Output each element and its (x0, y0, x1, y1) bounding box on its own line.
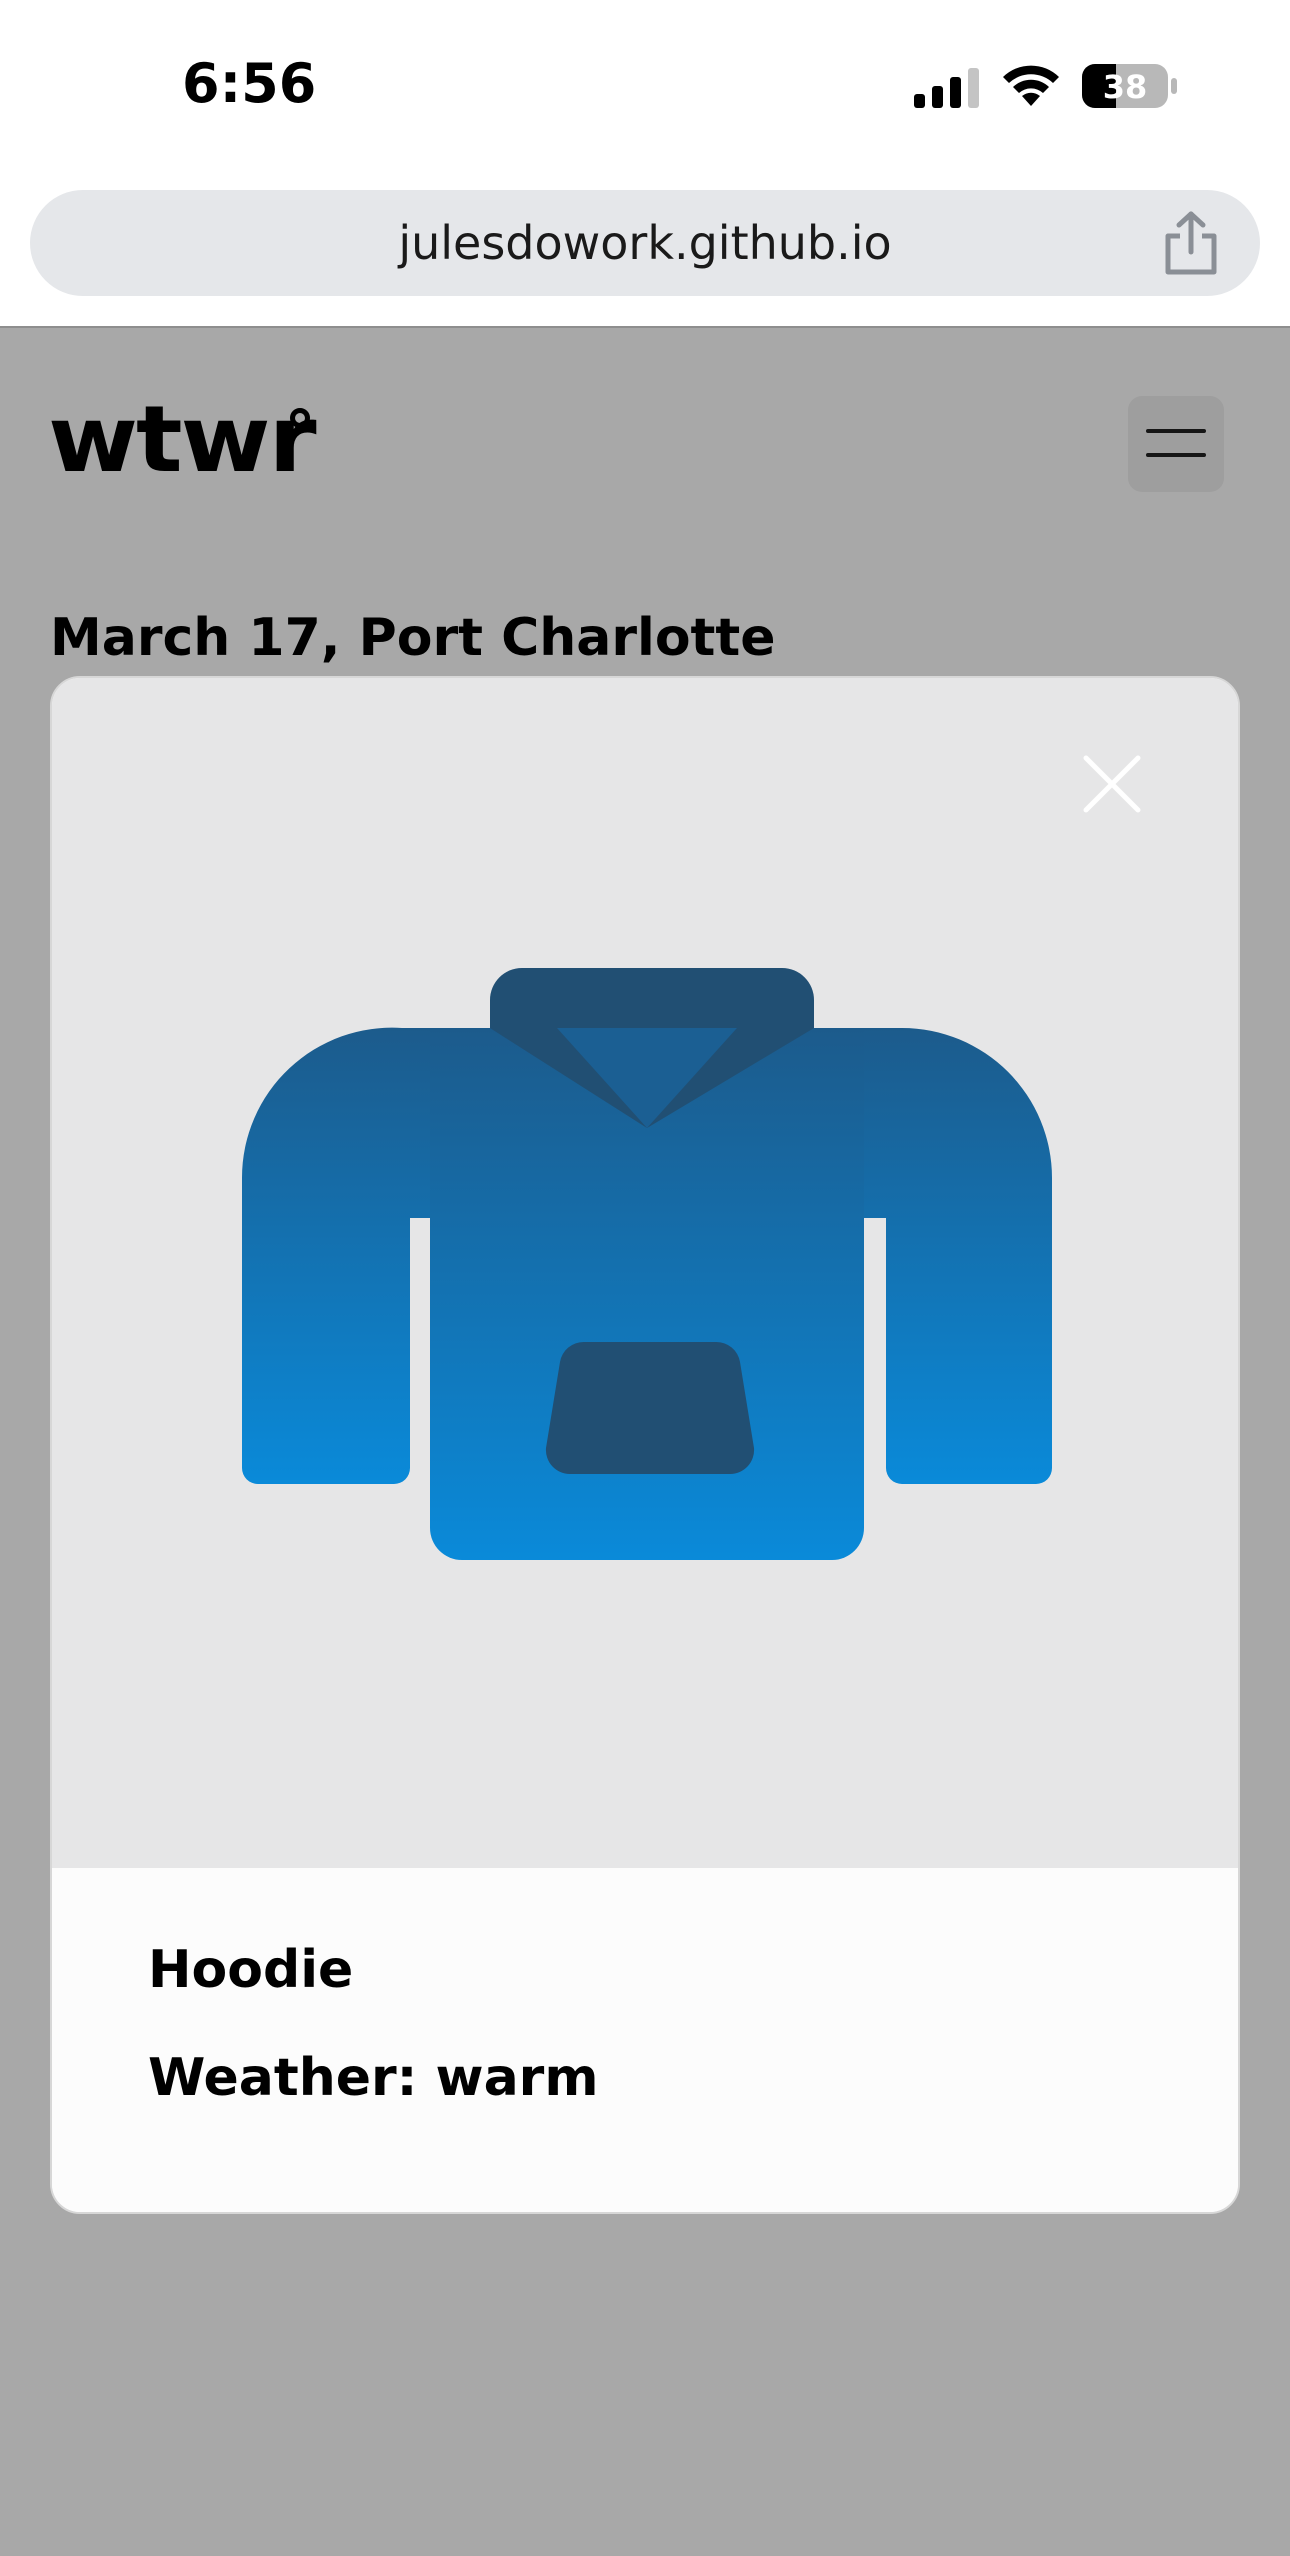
url-text: julesdowork.github.io (398, 216, 892, 270)
signal-icon (914, 68, 979, 108)
item-image (52, 678, 1238, 1868)
item-weather: Weather: warm (148, 2048, 599, 2108)
share-icon[interactable] (1160, 210, 1222, 278)
wifi-icon (1003, 65, 1059, 106)
status-bar: 6:56 38 (0, 0, 1290, 176)
item-preview-modal: Hoodie Weather: warm (50, 676, 1240, 2214)
item-name: Hoodie (148, 1940, 354, 2000)
battery-icon: 38 (1082, 62, 1178, 110)
close-icon[interactable] (1072, 744, 1152, 824)
hoodie-icon (241, 968, 1052, 1560)
item-info: Hoodie Weather: warm (52, 1868, 1238, 2212)
address-bar[interactable]: julesdowork.github.io (30, 190, 1260, 296)
battery-level: 38 (1103, 68, 1148, 106)
status-time: 6:56 (182, 52, 317, 115)
